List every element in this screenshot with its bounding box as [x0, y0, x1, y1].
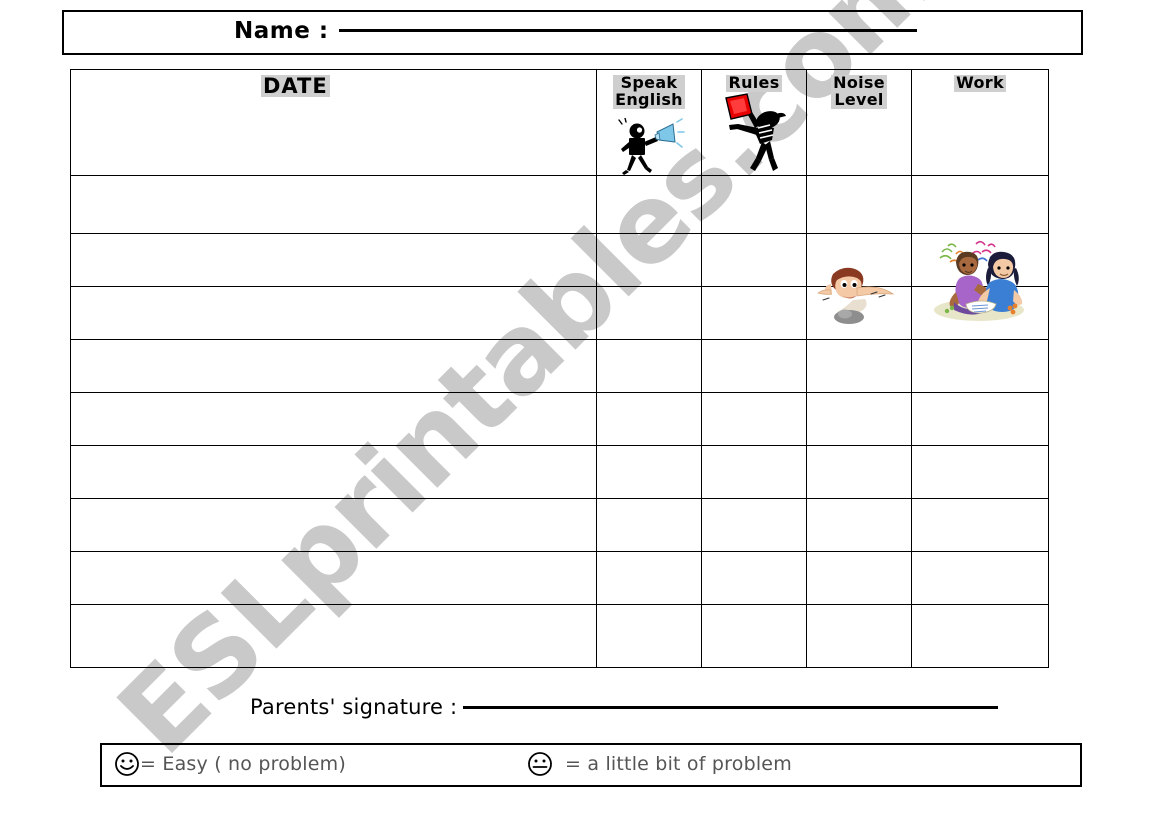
table-row	[70, 445, 1049, 499]
column-header-noise-level: Noise Level	[806, 69, 912, 176]
cell-rules[interactable]	[701, 445, 807, 499]
column-header-rules-label: Rules	[726, 73, 782, 92]
table-row	[70, 498, 1049, 552]
cell-noise-level[interactable]	[806, 498, 912, 552]
cell-date[interactable]	[70, 175, 597, 234]
legend-text-little-problem: = a little bit of problem	[565, 753, 792, 775]
cell-speak-english[interactable]	[596, 175, 702, 234]
cell-speak-english[interactable]	[596, 339, 702, 393]
header-line-2: English	[615, 89, 683, 109]
parents-signature-blank[interactable]	[463, 706, 999, 709]
cell-work[interactable]	[911, 604, 1049, 668]
cell-noise-level[interactable]	[806, 339, 912, 393]
table-row	[70, 392, 1049, 446]
cell-speak-english[interactable]	[596, 392, 702, 446]
cell-date[interactable]	[70, 339, 597, 393]
cell-noise-level[interactable]	[806, 604, 912, 668]
cell-date[interactable]	[70, 286, 597, 340]
name-label: Name :	[234, 18, 329, 44]
cell-rules[interactable]	[701, 175, 807, 234]
column-header-date: DATE	[70, 69, 597, 176]
cell-noise-level[interactable]	[806, 233, 912, 287]
referee-red-card-icon	[725, 93, 786, 171]
table-row	[70, 286, 1049, 340]
cell-work[interactable]	[911, 286, 1049, 340]
table-row	[70, 551, 1049, 605]
cell-work[interactable]	[911, 175, 1049, 321]
cell-speak-english[interactable]	[596, 445, 702, 499]
table-row	[70, 604, 1049, 668]
cell-work[interactable]	[911, 339, 1049, 393]
cell-speak-english[interactable]	[596, 233, 702, 287]
cell-rules[interactable]	[701, 286, 807, 340]
cell-work[interactable]	[911, 445, 1049, 499]
cell-date[interactable]	[70, 445, 597, 499]
cell-work[interactable]	[911, 392, 1049, 446]
parents-signature-label: Parents' signature :	[250, 695, 458, 719]
table-header-row: DATE Speak English Rules Noise Level Wor…	[70, 69, 1049, 176]
cell-date[interactable]	[70, 392, 597, 446]
legend-text-easy: = Easy ( no problem)	[140, 753, 346, 775]
cell-rules[interactable]	[701, 551, 807, 605]
cell-work[interactable]	[911, 498, 1049, 552]
column-header-date-label: DATE	[261, 74, 330, 98]
parents-signature-row: Parents' signature :	[250, 695, 999, 719]
legend-entry-easy: = Easy ( no problem)	[114, 751, 346, 777]
cell-noise-level[interactable]	[806, 392, 912, 446]
cell-rules[interactable]	[701, 339, 807, 393]
cell-date[interactable]	[70, 498, 597, 552]
cell-speak-english[interactable]	[596, 498, 702, 552]
cell-rules[interactable]	[701, 392, 807, 446]
table-row	[70, 175, 1049, 324]
column-header-work: Work	[911, 69, 1049, 176]
cell-rules[interactable]	[701, 498, 807, 552]
cell-noise-level[interactable]	[806, 175, 912, 324]
column-header-rules: Rules	[701, 69, 807, 176]
cell-noise-level[interactable]	[806, 286, 912, 340]
column-header-speak-english: Speak English	[596, 69, 702, 176]
column-header-noise-level-label: Noise Level	[831, 74, 887, 109]
cell-speak-english[interactable]	[596, 551, 702, 605]
behaviour-chart-table: DATE Speak English Rules Noise Level Wor…	[70, 69, 1049, 668]
column-header-speak-english-label: Speak English	[613, 74, 685, 109]
cell-rules[interactable]	[701, 233, 807, 287]
cell-noise-level[interactable]	[806, 445, 912, 499]
cell-speak-english[interactable]	[596, 286, 702, 340]
cell-rules[interactable]	[701, 604, 807, 668]
column-header-work-label: Work	[954, 73, 1006, 92]
cell-date[interactable]	[70, 551, 597, 605]
cell-date[interactable]	[70, 604, 597, 668]
cell-work[interactable]	[911, 233, 1049, 287]
neutral-face-icon	[528, 752, 552, 776]
megaphone-stick-figure-icon	[618, 118, 685, 175]
cell-speak-english[interactable]	[596, 604, 702, 668]
cell-work[interactable]	[911, 551, 1049, 605]
name-input-blank[interactable]	[338, 29, 917, 32]
cell-date[interactable]	[70, 233, 597, 287]
name-bar: Name :	[62, 10, 1083, 55]
name-row: Name :	[234, 18, 917, 44]
smiley-face-icon	[115, 752, 139, 776]
table-row	[70, 339, 1049, 393]
cell-noise-level[interactable]	[806, 551, 912, 605]
table-row	[70, 233, 1049, 287]
legend-box: = Easy ( no problem) = a little bit of p…	[100, 743, 1082, 787]
header-line-2: Level	[834, 89, 884, 109]
legend-entry-little-problem: = a little bit of problem	[527, 751, 792, 777]
